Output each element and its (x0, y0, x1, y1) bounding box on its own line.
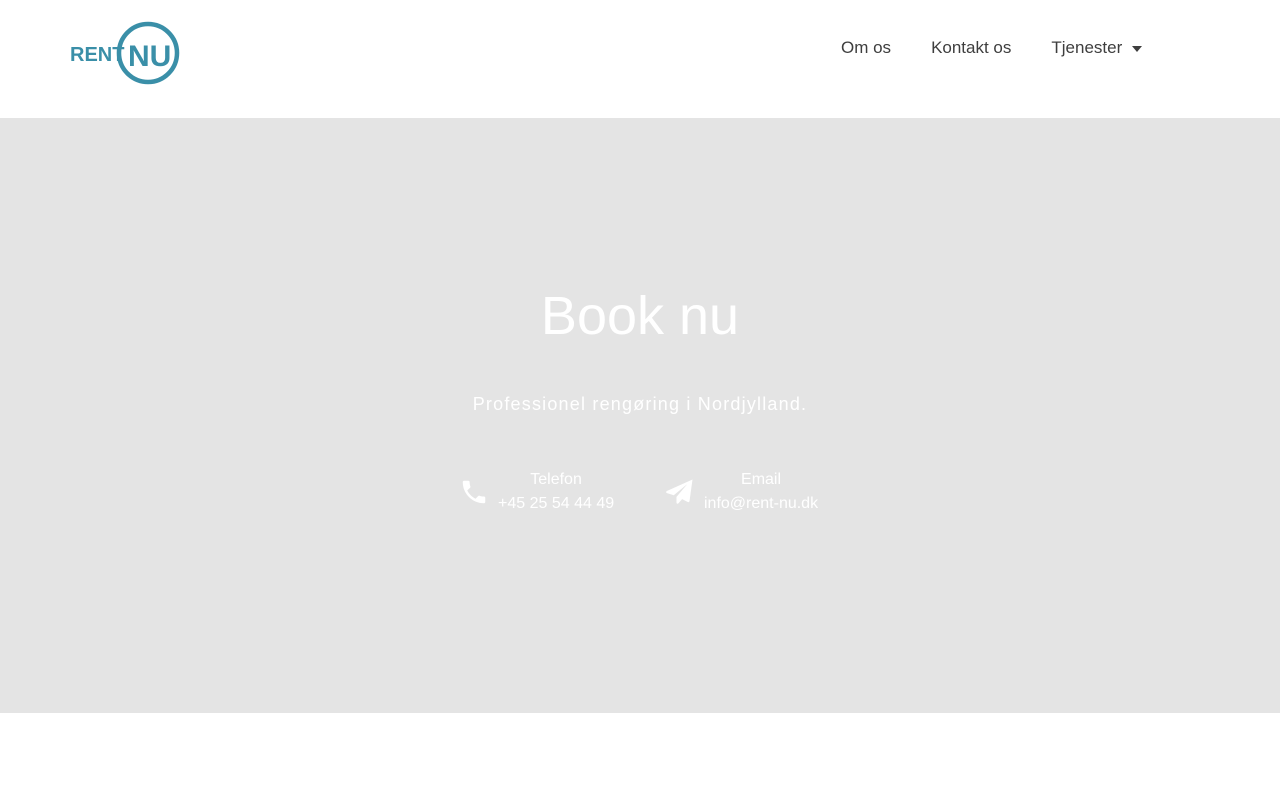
contact-phone: Telefon +45 25 54 44 49 (458, 468, 614, 516)
logo-text-nu: NU (128, 40, 171, 73)
contact-email-label: Email (741, 471, 782, 488)
nav-item-tjenester[interactable]: Tjenester (1031, 38, 1162, 58)
site-header: RENT NU Om os Kontakt os Tjenester (0, 0, 1280, 118)
nav-item-label: Kontakt os (931, 38, 1012, 57)
nav-item-label: Om os (841, 38, 892, 57)
contact-phone-link[interactable]: +45 25 54 44 49 (498, 492, 614, 516)
contact-email-link[interactable]: info@rent-nu.dk (704, 492, 818, 516)
main-nav: Om os Kontakt os Tjenester (821, 36, 1162, 60)
logo-text-rent: RENT (70, 44, 124, 66)
contact-phone-label: Telefon (530, 471, 582, 488)
footer-area (0, 713, 1280, 800)
nav-item-om-os[interactable]: Om os (821, 38, 911, 58)
caret-down-icon (1132, 46, 1143, 52)
nav-item-kontakt-os[interactable]: Kontakt os (911, 38, 1031, 58)
nav-item-label: Tjenester (1051, 38, 1123, 57)
contact-email: Email info@rent-nu.dk (664, 468, 818, 516)
hero-subtitle: Professionel rengøring i Nordjylland. (472, 394, 808, 414)
phone-icon (458, 476, 490, 508)
paper-plane-icon (664, 476, 696, 508)
hero-section: Book nu Professionel rengøring i Nordjyl… (0, 118, 1280, 713)
hero-title: Book nu (540, 286, 740, 346)
rent-nu-logo[interactable]: RENT NU (68, 20, 180, 88)
